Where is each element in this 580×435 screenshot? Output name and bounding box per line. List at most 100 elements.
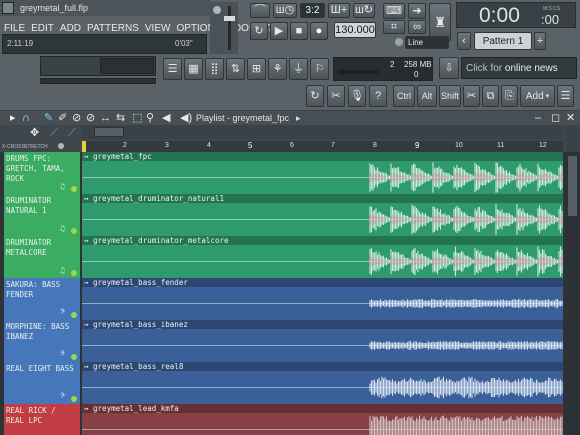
track-mute-indicator[interactable]: [71, 396, 77, 402]
maximize-icon[interactable]: ◻: [551, 113, 560, 124]
track-name[interactable]: REAL EIGHT BASS 𝄢: [4, 362, 80, 404]
stretch-icon[interactable]: ⟋: [68, 128, 76, 139]
pattern-prev-icon[interactable]: ‹: [457, 32, 471, 50]
track-mute-indicator[interactable]: [71, 312, 77, 318]
menu-view[interactable]: VIEW: [145, 23, 171, 34]
stretch-toggle[interactable]: [58, 143, 64, 149]
tempo-display[interactable]: 130.000: [334, 22, 376, 38]
mute-icon[interactable]: ⊘: [86, 113, 95, 124]
delete-icon[interactable]: ⊘: [72, 113, 81, 124]
cut-icon[interactable]: ✂: [463, 85, 480, 107]
time-display[interactable]: 0:00 :00 M:S:CS: [456, 2, 576, 28]
step-display[interactable]: 3:2: [300, 3, 325, 18]
paint-icon[interactable]: ✐: [58, 113, 67, 124]
news-link[interactable]: online news: [505, 63, 558, 74]
play-button[interactable]: ▶: [270, 22, 288, 40]
track-name[interactable]: DRUMINATOR NATURAL 1 ♫: [4, 194, 80, 236]
pattern-mode-icon[interactable]: ↻: [250, 22, 268, 40]
snap-select[interactable]: Line: [405, 36, 449, 49]
playlist-arrow-icon[interactable]: ▸: [10, 113, 16, 124]
browser-icon[interactable]: ⊞: [247, 58, 266, 80]
track-name[interactable]: DRUMS FPC: GRETCH, TAMA, ROCK ♫: [4, 152, 80, 194]
pattern-add-icon[interactable]: +: [534, 32, 546, 50]
waveform: [82, 299, 563, 308]
pattern-selector[interactable]: Pattern 1: [474, 32, 532, 50]
track-mute-indicator[interactable]: [71, 354, 77, 360]
help-icon[interactable]: ?: [369, 85, 387, 107]
audio-clip[interactable]: ↣ greymetal_bass_ibanez: [82, 320, 563, 362]
pattern-song-icon[interactable]: ⌒: [250, 3, 270, 18]
plugin-icon[interactable]: ⏚: [289, 58, 308, 80]
pick-icon[interactable]: ⟋: [50, 128, 58, 139]
paste-icon[interactable]: ⎘: [501, 85, 518, 107]
audio-clip[interactable]: ↣ greymetal_fpc: [82, 152, 563, 194]
record-button[interactable]: ●: [310, 22, 328, 40]
speaker-icon[interactable]: ⚐: [310, 58, 329, 80]
alt-button[interactable]: Alt: [417, 85, 437, 107]
download-icon[interactable]: ⇩: [439, 57, 459, 79]
playlist-speaker-icon[interactable]: ◀): [180, 113, 192, 124]
menu-edit[interactable]: EDIT: [31, 23, 54, 34]
drum-icon: ♫: [60, 182, 65, 191]
mixer-icon[interactable]: ⇅: [226, 58, 245, 80]
view-icon[interactable]: ✥: [30, 128, 39, 139]
track-name[interactable]: SAKURA: BASS FENDER 𝄢: [4, 278, 80, 320]
playlist-title: Playlist - greymetal_fpc: [196, 113, 290, 123]
metronome-icon[interactable]: ш◷: [273, 3, 297, 18]
multilink-icon[interactable]: ⌗: [383, 20, 405, 34]
microphone-icon[interactable]: 🎙: [348, 85, 366, 107]
audio-clip[interactable]: ↣ greymetal_druminator_natural1: [82, 194, 563, 236]
zoom-control[interactable]: [566, 125, 580, 152]
render-icon[interactable]: ✂: [327, 85, 345, 107]
copy-icon[interactable]: ⧉: [482, 85, 499, 107]
ruler-label-10: 10: [455, 142, 463, 149]
loop-record-icon[interactable]: ш↻: [353, 3, 375, 18]
draw-icon[interactable]: ✎: [44, 113, 53, 124]
undo-icon[interactable]: ↻: [306, 85, 324, 107]
plugin-picker-icon[interactable]: ⚘: [268, 58, 287, 80]
link-icon[interactable]: ∞: [408, 20, 426, 34]
master-volume-slider[interactable]: [228, 6, 231, 50]
minimize-icon[interactable]: –: [535, 113, 541, 124]
typing-keyboard-icon[interactable]: ⌨: [383, 3, 405, 19]
wait-icon[interactable]: Ш+: [328, 3, 350, 18]
playlist-icon[interactable]: ☰: [163, 58, 182, 80]
snap-knob-icon[interactable]: [395, 38, 403, 46]
playhead-marker-icon[interactable]: [82, 141, 86, 152]
track-mute-indicator[interactable]: [71, 186, 77, 192]
track-name[interactable]: DRUMINATOR METALCORE ♫: [4, 236, 80, 278]
stop-button[interactable]: ■: [290, 22, 308, 40]
audio-clip[interactable]: ↣ greymetal_druminator_metalcore: [82, 236, 563, 278]
close-icon[interactable]: ✕: [566, 113, 575, 124]
ctrl-button[interactable]: Ctrl: [393, 85, 415, 107]
menu-add[interactable]: ADD: [60, 23, 81, 34]
track-name[interactable]: REAL RICK / REAL LPC: [4, 404, 80, 435]
audio-clip[interactable]: ↣ greymetal_lead_kmfa: [82, 404, 563, 435]
zoom-icon[interactable]: ⚲: [146, 113, 154, 124]
menu-file[interactable]: FILE: [4, 23, 25, 34]
track-mute-indicator[interactable]: [71, 270, 77, 276]
piano-roll-icon[interactable]: ▦: [184, 58, 203, 80]
magnet-icon[interactable]: ∩: [22, 113, 30, 124]
select-icon[interactable]: ⬚: [132, 113, 142, 124]
shift-button[interactable]: Shift: [439, 85, 461, 107]
menu-icon[interactable]: ☰: [557, 85, 574, 107]
audio-clip[interactable]: ↣ greymetal_bass_real8: [82, 362, 563, 404]
playback-icon[interactable]: ◀: [162, 113, 170, 124]
add-button[interactable]: Add ▾: [520, 85, 555, 107]
track-mute-indicator[interactable]: [71, 228, 77, 234]
ruler-label-2: 2: [123, 142, 127, 149]
scroll-thumb[interactable]: [94, 127, 124, 137]
menu-patterns[interactable]: PATTERNS: [87, 23, 139, 34]
channel-rack-icon[interactable]: ⣿: [205, 58, 224, 80]
slice-icon[interactable]: ⇆: [116, 113, 125, 124]
news-panel[interactable]: Click for online news: [461, 57, 577, 79]
timeline-ruler[interactable]: 2 3 4 5 6 7 8 9 10 11 12: [82, 141, 563, 152]
audio-clip[interactable]: ↣ greymetal_bass_fender: [82, 278, 563, 320]
horizontal-scrollbar[interactable]: [82, 125, 563, 139]
slip-icon[interactable]: ↔: [100, 113, 111, 124]
arrow-right-icon[interactable]: ➜: [408, 3, 426, 19]
master-volume-handle[interactable]: [224, 16, 235, 21]
track-name[interactable]: MORPHINE: BASS IBANEZ 𝄢: [4, 320, 80, 362]
master-pitch-knob[interactable]: [213, 6, 221, 14]
